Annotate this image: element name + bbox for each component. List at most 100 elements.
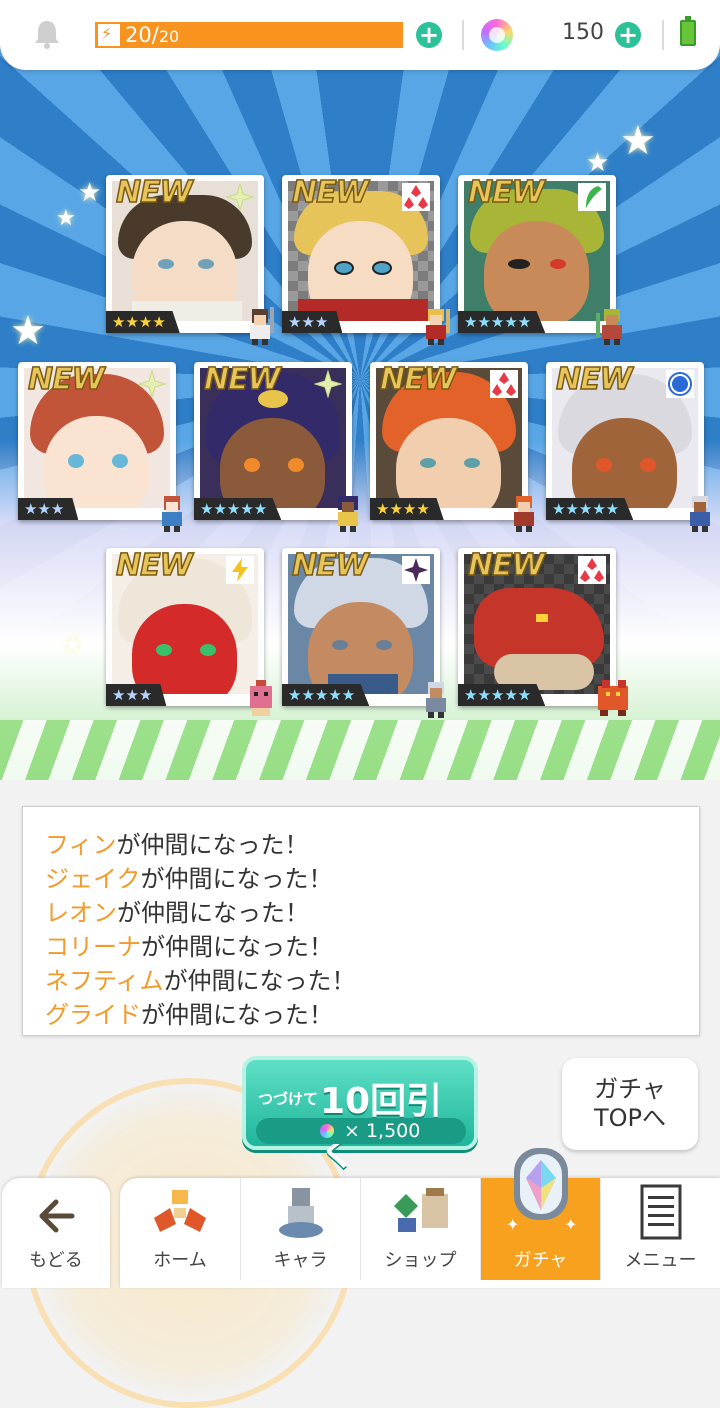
message-text: が仲間になった！ — [141, 933, 333, 961]
sparkle-icon: ★ — [62, 630, 84, 658]
gem-icon — [320, 1124, 334, 1138]
bottom-nav: ホーム キャラ ショップ ✦ ✦ ガチャ メニュー — [120, 1148, 720, 1288]
arrow-left-icon — [39, 1199, 75, 1233]
rarity-stars: ★★★★★ — [458, 684, 546, 706]
new-badge: NEW — [291, 547, 369, 584]
message-text: が仲間になった！ — [116, 831, 309, 859]
character-name: ジェイク — [45, 865, 141, 893]
message-text: が仲間になった！ — [141, 1001, 333, 1029]
rarity-stars: ★★★ — [106, 684, 167, 706]
result-message-log[interactable]: フィンが仲間になった！ ジェイクが仲間になった！ レオンが仲間になった！ コリー… — [22, 806, 700, 1036]
character-name: レオン — [45, 899, 117, 927]
pull-cost: × 1,500 — [256, 1118, 466, 1144]
nav-label: ガチャ — [513, 1250, 568, 1271]
rarity-stars: ★★★ — [18, 498, 79, 520]
character-sprite-icon — [690, 496, 710, 532]
list-item: ネフティムが仲間になった！ — [45, 961, 356, 996]
message-text: が仲間になった！ — [117, 899, 309, 927]
fire-attribute-icon — [578, 556, 606, 584]
message-text: が仲間になった！ — [163, 967, 356, 995]
character-sprite-icon — [162, 496, 182, 532]
divider — [662, 20, 664, 50]
pull-10-again-button[interactable]: つづけて 10回引く × 1,500 — [242, 1056, 478, 1174]
rarity-stars: ★★★★★ — [546, 498, 634, 520]
light-attribute-icon — [138, 370, 166, 398]
rarity-stars: ★★★★★ — [194, 498, 282, 520]
nav-item-home[interactable]: ホーム — [120, 1178, 240, 1280]
character-name: ネフティム — [45, 967, 164, 995]
new-badge: NEW — [379, 361, 457, 398]
water-attribute-icon — [666, 370, 694, 398]
character-name: フィン — [45, 831, 117, 859]
sparkle-icon: ★ — [78, 178, 102, 208]
nav-item-gacha[interactable]: ✦ ✦ ガチャ — [480, 1148, 600, 1280]
rarity-stars: ★★★★★ — [458, 311, 546, 333]
gacha-top-label-line2: TOPへ — [593, 1104, 667, 1132]
thunder-attribute-icon — [226, 556, 254, 584]
list-item: グライドが仲間になった！ — [45, 995, 333, 1030]
new-badge: NEW — [27, 361, 105, 398]
status-bar: 20/20 + 150 + — [0, 0, 720, 70]
back-label: もどる — [29, 1250, 83, 1271]
character-card[interactable]: NEW ★★★★★ — [458, 547, 628, 716]
nav-label: ショップ — [384, 1250, 457, 1271]
sparkle-icon: ★ — [10, 308, 46, 354]
new-badge: NEW — [291, 174, 369, 211]
character-icon — [278, 1188, 323, 1238]
list-item: ジェイクが仲間になった！ — [45, 859, 333, 894]
sparkle-icon: ★ — [56, 206, 76, 231]
pull-button-prefix: つづけて — [258, 1090, 319, 1108]
gacha-top-button[interactable]: ガチャ TOPへ — [562, 1058, 698, 1150]
character-sprite-icon — [426, 309, 450, 345]
stamina-max: 20 — [158, 27, 180, 46]
pull-cost-value: × 1,500 — [344, 1120, 421, 1142]
back-button[interactable]: もどる — [2, 1178, 110, 1288]
light-attribute-icon — [226, 183, 254, 211]
svg-text:✦: ✦ — [564, 1215, 577, 1234]
rarity-stars: ★★★★★ — [282, 684, 370, 706]
character-card[interactable]: NEW ★★★ — [282, 174, 450, 345]
fire-attribute-icon — [490, 370, 518, 398]
gem-icon — [481, 19, 513, 51]
menu-icon — [640, 1184, 681, 1240]
nav-item-character[interactable]: キャラ — [240, 1178, 360, 1280]
new-badge: NEW — [203, 361, 281, 398]
character-card[interactable]: NEW ★★★ — [106, 547, 272, 716]
nav-label: メニュー — [624, 1250, 697, 1271]
list-item: コリーナが仲間になった！ — [45, 927, 333, 962]
character-card[interactable]: NEW ★★★★ — [106, 174, 274, 345]
shop-icon — [393, 1188, 448, 1232]
gacha-icon: ✦ ✦ — [506, 1148, 577, 1234]
character-card[interactable]: NEW ★★★★★ — [458, 174, 622, 345]
svg-text:✦: ✦ — [506, 1215, 519, 1234]
gem-count: 150 — [562, 20, 604, 45]
bell-icon[interactable] — [32, 18, 62, 50]
stamina-current: 20 — [125, 23, 152, 47]
message-text: が仲間になった！ — [140, 865, 333, 893]
new-badge: NEW — [467, 174, 545, 211]
character-sprite-icon — [514, 496, 534, 532]
sparkle-icon: ★ — [620, 118, 656, 164]
light-attribute-icon — [314, 370, 342, 398]
add-gem-button[interactable]: + — [615, 22, 641, 48]
character-sprite-icon — [338, 496, 358, 532]
nav-label: キャラ — [273, 1250, 328, 1271]
nav-item-menu[interactable]: メニュー — [600, 1178, 720, 1280]
add-stamina-button[interactable]: + — [416, 22, 442, 48]
nav-item-shop[interactable]: ショップ — [360, 1178, 480, 1280]
character-card[interactable]: NEW ★★★ — [18, 361, 182, 532]
fire-attribute-icon — [402, 183, 430, 211]
rarity-stars: ★★★ — [282, 311, 343, 333]
gacha-top-label-line1: ガチャ — [594, 1075, 666, 1103]
character-sprite-icon — [250, 680, 272, 716]
character-card[interactable]: NEW ★★★★★ — [282, 547, 446, 718]
dark-attribute-icon — [402, 556, 430, 584]
sparkle-icon: ★ — [586, 148, 610, 178]
character-name: グライド — [45, 1001, 141, 1029]
new-badge: NEW — [467, 547, 545, 584]
character-card[interactable]: NEW ★★★★ — [370, 361, 534, 532]
character-card[interactable]: NEW ★★★★★ — [546, 361, 710, 532]
character-card[interactable]: NEW ★★★★★ — [194, 361, 358, 532]
stamina-bolt-icon — [98, 24, 120, 46]
wind-attribute-icon — [578, 183, 606, 211]
